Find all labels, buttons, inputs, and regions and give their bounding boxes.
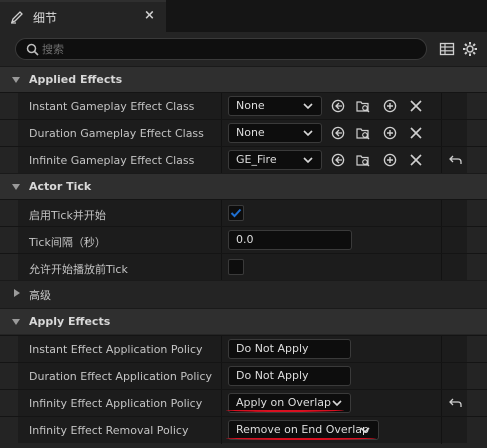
property-name: Infinity Effect Removal Policy: [29, 424, 189, 437]
combo-value: None: [236, 99, 265, 112]
combo-value: Do Not Apply: [236, 342, 309, 355]
clear-icon[interactable]: [409, 99, 423, 113]
reset-to-default-icon[interactable]: [449, 154, 462, 166]
collapsed-arrow-icon: [14, 289, 20, 297]
property-name: Instant Effect Application Policy: [29, 343, 203, 356]
table-view-icon[interactable]: [439, 41, 455, 57]
enum-combo[interactable]: Do Not Apply: [228, 366, 351, 386]
add-icon[interactable]: [383, 153, 397, 167]
tab-details[interactable]: 细节 ×: [0, 0, 166, 32]
category-label: Actor Tick: [29, 180, 92, 193]
annotation-underline: [226, 436, 376, 440]
details-panel: Applied Effects Instant Gameplay Effect …: [0, 32, 487, 448]
clear-icon[interactable]: [409, 153, 423, 167]
category-label: Applied Effects: [29, 73, 123, 86]
annotation-underline: [226, 408, 344, 412]
tick-interval-field[interactable]: 0.0: [228, 230, 352, 250]
checkbox-checked[interactable]: [228, 205, 244, 221]
property-row: Instant Effect Application Policy Do Not…: [0, 335, 487, 363]
search-icon: [26, 43, 39, 56]
chevron-down-icon: [303, 130, 313, 137]
property-name: 允许开始播放前Tick: [29, 263, 128, 276]
find-in-browser-icon[interactable]: [356, 126, 370, 140]
property-row: Tick间隔（秒） 0.0: [0, 226, 487, 254]
property-row: Duration Effect Application Policy Do No…: [0, 362, 487, 390]
category-advanced[interactable]: 高级: [0, 280, 487, 306]
category-apply-effects[interactable]: Apply Effects: [0, 308, 487, 334]
checkbox-unchecked[interactable]: [228, 259, 244, 275]
chevron-down-icon: [303, 157, 313, 164]
property-name: Infinite Gameplay Effect Class: [29, 154, 195, 167]
property-name: Duration Gameplay Effect Class: [29, 127, 204, 140]
browse-to-asset-icon[interactable]: [331, 99, 345, 113]
combo-value: Do Not Apply: [236, 369, 309, 382]
property-name: Instant Gameplay Effect Class: [29, 100, 195, 113]
browse-to-asset-icon[interactable]: [331, 126, 345, 140]
settings-gear-icon[interactable]: [462, 41, 478, 57]
chevron-down-icon: [303, 103, 313, 110]
category-actor-tick[interactable]: Actor Tick: [0, 173, 487, 199]
asset-combo[interactable]: None: [228, 96, 322, 116]
add-icon[interactable]: [383, 126, 397, 140]
asset-combo[interactable]: GE_Fire: [228, 150, 322, 170]
category-label: Apply Effects: [29, 315, 111, 328]
combo-value: GE_Fire: [236, 153, 277, 166]
property-name: Duration Effect Application Policy: [29, 370, 213, 383]
search-row: [0, 32, 487, 66]
search-input[interactable]: [42, 40, 412, 58]
find-in-browser-icon[interactable]: [356, 153, 370, 167]
chevron-down-icon: [332, 400, 342, 407]
add-icon[interactable]: [383, 99, 397, 113]
asset-combo[interactable]: None: [228, 123, 322, 143]
expand-arrow-icon: [12, 319, 20, 325]
property-row: 启用Tick并开始: [0, 199, 487, 227]
clear-icon[interactable]: [409, 126, 423, 140]
property-row: 允许开始播放前Tick: [0, 253, 487, 281]
category-label: 高级: [29, 289, 51, 302]
enum-combo[interactable]: Do Not Apply: [228, 339, 351, 359]
chevron-down-icon: [360, 427, 370, 434]
category-applied-effects[interactable]: Applied Effects: [0, 66, 487, 92]
browse-to-asset-icon[interactable]: [331, 153, 345, 167]
property-name: Tick间隔（秒）: [29, 236, 106, 249]
expand-arrow-icon: [12, 184, 20, 190]
combo-value: Remove on End Overlap: [236, 423, 369, 436]
property-row: Instant Gameplay Effect Class None: [0, 92, 487, 120]
reset-to-default-icon[interactable]: [449, 397, 462, 409]
find-in-browser-icon[interactable]: [356, 99, 370, 113]
combo-value: None: [236, 126, 265, 139]
tab-title: 细节: [33, 11, 58, 25]
pencil-icon: [10, 11, 23, 24]
property-row: Infinite Gameplay Effect Class GE_Fire: [0, 146, 487, 174]
checkmark-icon: [230, 208, 242, 218]
search-box[interactable]: [15, 38, 427, 60]
property-row: Infinity Effect Application Policy Apply…: [0, 389, 487, 417]
property-row: Duration Gameplay Effect Class None: [0, 119, 487, 147]
expand-arrow-icon: [12, 77, 20, 83]
property-name: 启用Tick并开始: [29, 209, 106, 222]
tab-bar: 细节 ×: [0, 0, 487, 32]
property-name: Infinity Effect Application Policy: [29, 397, 203, 410]
scrollbar[interactable]: [479, 66, 485, 448]
close-icon[interactable]: ×: [144, 8, 155, 23]
